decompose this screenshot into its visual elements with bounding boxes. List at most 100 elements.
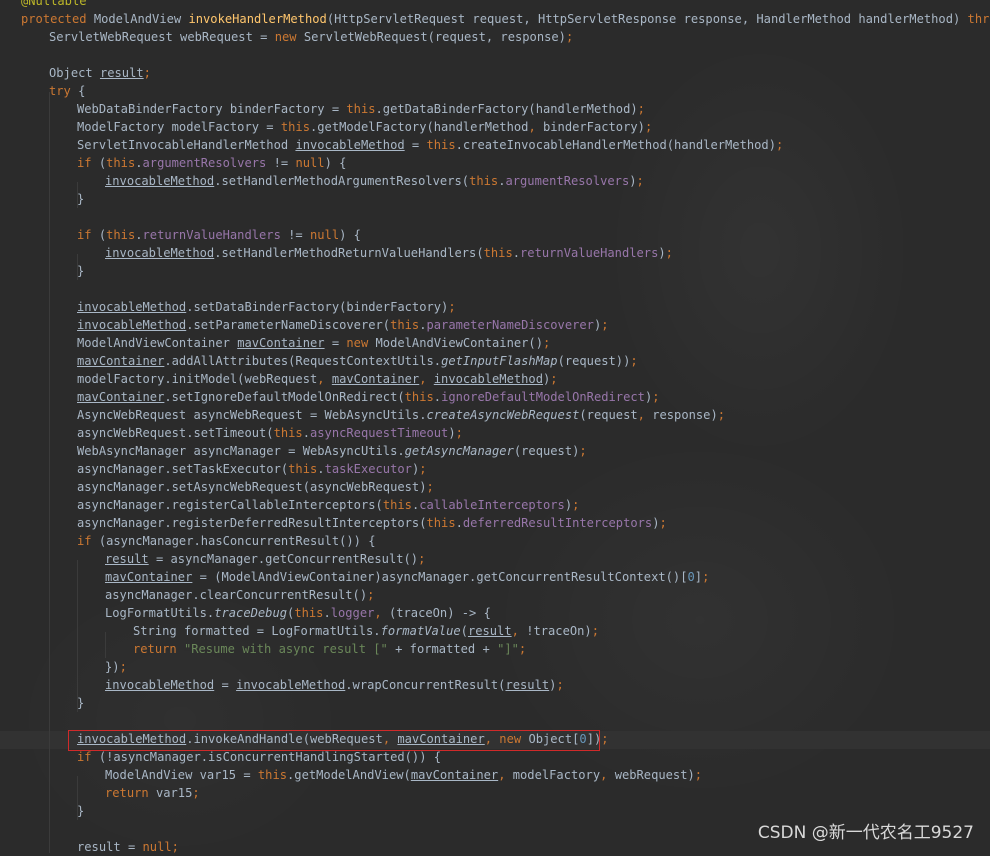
csdn-watermark: CSDN @新一代农名工9527 bbox=[757, 823, 974, 843]
code-token: mavContainer bbox=[77, 354, 165, 368]
code-token: asyncManager.clearConcurrentResult() bbox=[105, 588, 368, 602]
code-token: . bbox=[433, 390, 442, 404]
code-token: = bbox=[404, 138, 427, 152]
code-line[interactable]: WebAsyncManager asyncManager = WebAsyncU… bbox=[77, 442, 587, 460]
code-line[interactable]: modelFactory.initModel(webRequest, mavCo… bbox=[77, 370, 558, 388]
code-token: invocableMethod bbox=[433, 372, 543, 386]
code-line[interactable]: return var15; bbox=[105, 784, 200, 802]
code-line[interactable]: ModelAndViewContainer mavContainer = new… bbox=[77, 334, 550, 352]
code-line[interactable]: invocableMethod.setParameterNameDiscover… bbox=[77, 316, 609, 334]
code-token: ; bbox=[143, 66, 151, 80]
code-token: } bbox=[77, 804, 85, 818]
code-token: .wrapConcurrentResult( bbox=[345, 678, 506, 692]
code-line[interactable]: mavContainer.setIgnoreDefaultModelOnRedi… bbox=[77, 388, 660, 406]
code-editor[interactable]: @Nullable protected ModelAndView invokeHa… bbox=[0, 0, 990, 856]
code-token: , bbox=[419, 372, 434, 386]
code-line[interactable]: } bbox=[77, 190, 84, 208]
code-line[interactable]: } bbox=[77, 802, 84, 820]
code-line[interactable]: if (asyncManager.hasConcurrentResult()) … bbox=[77, 532, 376, 550]
code-line[interactable]: asyncManager.registerDeferredResultInter… bbox=[77, 514, 667, 532]
code-token: ; bbox=[776, 138, 784, 152]
code-line[interactable]: ServletInvocableHandlerMethod invocableM… bbox=[77, 136, 783, 154]
code-token: result bbox=[467, 624, 512, 638]
code-token: , bbox=[511, 624, 527, 638]
code-line[interactable]: return "Resume with async result [" + fo… bbox=[133, 640, 526, 658]
code-line[interactable]: String formatted = LogFormatUtils.format… bbox=[133, 622, 599, 640]
code-token: ; bbox=[637, 102, 645, 116]
code-token: result bbox=[99, 66, 144, 80]
code-token: logger bbox=[330, 606, 375, 620]
code-token: , bbox=[528, 120, 543, 134]
code-token: result bbox=[105, 552, 149, 566]
code-line[interactable]: asyncManager.clearConcurrentResult(); bbox=[105, 586, 374, 604]
code-line[interactable]: asyncManager.registerCallableInterceptor… bbox=[77, 496, 579, 514]
code-token: this bbox=[288, 462, 318, 476]
code-line[interactable]: if (this.argumentResolvers != null) { bbox=[77, 154, 346, 172]
code-line[interactable]: protected ModelAndView invokeHandlerMeth… bbox=[21, 10, 990, 28]
code-token: this bbox=[469, 174, 499, 188]
code-token: . bbox=[419, 318, 427, 332]
code-token: ) { bbox=[339, 228, 361, 242]
code-line[interactable]: if (this.returnValueHandlers != null) { bbox=[77, 226, 361, 244]
code-token: . bbox=[455, 516, 463, 530]
code-token: { bbox=[78, 84, 86, 98]
code-token: ModelFactory modelFactory = bbox=[77, 120, 281, 134]
code-line[interactable]: asyncWebRequest.setTimeout(this.asyncReq… bbox=[77, 424, 463, 442]
code-token: callableInterceptors bbox=[419, 498, 565, 512]
code-token: this bbox=[404, 390, 434, 404]
code-token: 0 bbox=[687, 570, 695, 584]
code-line[interactable]: } bbox=[77, 694, 84, 712]
code-token: ; bbox=[591, 624, 599, 638]
code-line[interactable]: WebDataBinderFactory binderFactory = thi… bbox=[77, 100, 645, 118]
code-token: getAsyncManager bbox=[404, 444, 514, 458]
code-token: (request)) bbox=[557, 354, 631, 368]
code-token: (request bbox=[579, 408, 638, 422]
code-token: , bbox=[637, 408, 653, 422]
highlight-box-invokeAndHandle bbox=[68, 730, 600, 751]
code-line[interactable]: asyncManager.setAsyncWebRequest(asyncWeb… bbox=[77, 478, 434, 496]
code-line[interactable]: invocableMethod.setHandlerMethodReturnVa… bbox=[105, 244, 673, 262]
code-token: = asyncManager.getConcurrentResult() bbox=[148, 552, 419, 566]
code-token: .getModelAndView( bbox=[287, 768, 411, 782]
code-token: ; bbox=[572, 498, 580, 512]
code-token: ) { bbox=[324, 156, 347, 170]
code-token: mavContainer bbox=[105, 570, 193, 584]
code-token: .addAllAttributes(RequestContextUtils. bbox=[164, 354, 442, 368]
code-line[interactable]: }); bbox=[105, 658, 127, 676]
code-token: this bbox=[273, 426, 303, 440]
code-line[interactable]: Object result; bbox=[49, 64, 151, 82]
code-token: mavContainer bbox=[77, 390, 165, 404]
code-token: null bbox=[310, 228, 340, 242]
code-token: WebAsyncManager asyncManager = WebAsyncU… bbox=[77, 444, 405, 458]
code-line[interactable]: AsyncWebRequest asyncWebRequest = WebAsy… bbox=[77, 406, 725, 424]
code-line[interactable]: result = null; bbox=[77, 838, 179, 856]
code-line[interactable]: mavContainer.addAllAttributes(RequestCon… bbox=[77, 352, 638, 370]
code-line[interactable]: try { bbox=[49, 82, 85, 100]
code-line[interactable]: } bbox=[77, 262, 84, 280]
code-line[interactable]: ModelAndView var15 = this.getModelAndVie… bbox=[105, 766, 702, 784]
code-token: parameterNameDiscoverer bbox=[426, 318, 594, 332]
code-token: createAsyncWebRequest bbox=[426, 408, 580, 422]
code-token: new bbox=[274, 30, 304, 44]
code-token: . bbox=[302, 426, 310, 440]
code-line[interactable]: result = asyncManager.getConcurrentResul… bbox=[105, 550, 425, 568]
code-line[interactable]: mavContainer = (ModelAndViewContainer)as… bbox=[105, 568, 709, 586]
code-token: . bbox=[317, 462, 325, 476]
code-token: formatValue bbox=[380, 624, 461, 638]
code-line[interactable]: invocableMethod.setDataBinderFactory(bin… bbox=[77, 298, 456, 316]
code-line[interactable]: asyncManager.setTaskExecutor(this.taskEx… bbox=[77, 460, 427, 478]
code-line[interactable]: ModelFactory modelFactory = this.getMode… bbox=[77, 118, 652, 136]
code-token: . bbox=[135, 156, 143, 170]
code-line[interactable]: invocableMethod.setHandlerMethodArgument… bbox=[105, 172, 644, 190]
code-token: } bbox=[77, 264, 85, 278]
code-token: } bbox=[77, 192, 85, 206]
code-line[interactable]: LogFormatUtils.traceDebug(this.logger, (… bbox=[105, 604, 491, 622]
code-token: ignoreDefaultModelOnRedirect bbox=[441, 390, 645, 404]
code-token: taskExecutor bbox=[324, 462, 412, 476]
code-line[interactable]: @Nullable bbox=[21, 0, 87, 10]
code-line[interactable]: ServletWebRequest webRequest = new Servl… bbox=[49, 28, 573, 46]
code-line[interactable]: invocableMethod = invocableMethod.wrapCo… bbox=[105, 676, 564, 694]
code-token: ; bbox=[579, 444, 587, 458]
code-token: ; bbox=[192, 786, 200, 800]
code-token: !traceOn) bbox=[526, 624, 592, 638]
